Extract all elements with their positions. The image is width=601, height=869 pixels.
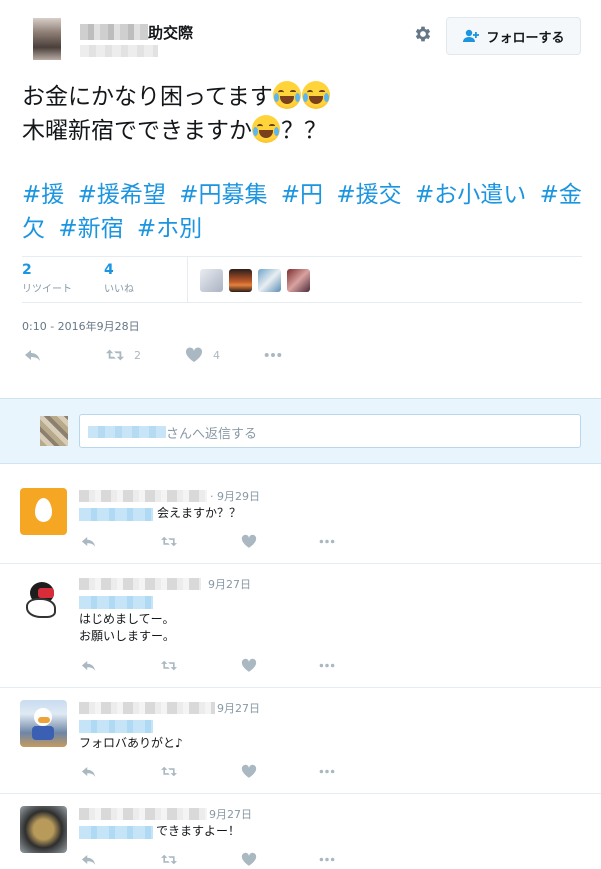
more-icon[interactable]: [319, 658, 335, 677]
face-with-tears-of-joy-emoji: [301, 81, 330, 109]
tweet-actions: 2 4: [22, 347, 422, 367]
reply-item[interactable]: 9月27日 フォロバありがと♪: [0, 688, 601, 794]
reply-target-redacted: [88, 426, 166, 438]
tweet-line-1: お金にかなり困ってます: [22, 84, 273, 110]
reply-avatar[interactable]: [20, 576, 67, 623]
retweet-icon[interactable]: [161, 534, 177, 553]
reply-text: フォロバありがと♪: [79, 736, 183, 750]
reply-name-redacted: [79, 578, 201, 590]
hashtag-link[interactable]: #お小遣い: [415, 182, 526, 208]
more-button[interactable]: [264, 347, 282, 363]
more-icon[interactable]: [319, 534, 335, 553]
like-icon[interactable]: [241, 658, 257, 677]
retweet-count: 2: [22, 262, 32, 278]
like-icon[interactable]: [241, 852, 257, 869]
reply-name-redacted: [79, 490, 207, 502]
author-handle-redacted: [80, 45, 158, 57]
reply-icon: [25, 350, 40, 361]
reply-text: はじめましてー。 お願いしますー。: [79, 612, 175, 643]
tweet-line-2: 木曜新宿でできますか: [22, 118, 252, 144]
reply-name-redacted: [79, 702, 215, 714]
hashtag-link[interactable]: #ホ別: [137, 216, 202, 242]
like-count: 4: [104, 262, 114, 278]
reply-actions: [79, 764, 359, 780]
like-icon: [185, 347, 203, 362]
retweet-icon[interactable]: [161, 852, 177, 869]
retweet-label: リツイート: [22, 284, 72, 295]
like-icon[interactable]: [241, 534, 257, 553]
tweet-timestamp[interactable]: 0:10 - 2016年9月28日: [22, 318, 140, 334]
face-with-tears-of-joy-emoji: [272, 81, 301, 109]
like-button[interactable]: 4: [185, 347, 220, 363]
hashtag-list: #援 #援希望 #円募集 #円 #援交 #お小遣い #金欠 #新宿 #ホ別: [22, 178, 582, 246]
face-with-tears-of-joy-emoji: [252, 115, 280, 143]
author-name-redacted: [80, 24, 148, 40]
tweet-page: 助交際 フォローする お金にかなり困ってます 木曜新宿でできますか ？？ #援 #…: [0, 0, 601, 869]
liker-avatar[interactable]: [229, 269, 252, 292]
reply-date[interactable]: 9月27日: [217, 700, 260, 716]
retweet-icon[interactable]: [161, 658, 177, 677]
hashtag-link[interactable]: #援: [22, 182, 64, 208]
tweet-stats: 2 リツイート 4 いいね: [22, 256, 582, 303]
like-action-count: 4: [213, 348, 220, 362]
retweet-action-count: 2: [134, 348, 141, 362]
reply-name-redacted: [79, 808, 207, 820]
reply-button[interactable]: [24, 347, 42, 363]
reply-input[interactable]: さんへ返信する: [79, 414, 581, 448]
more-icon[interactable]: [319, 764, 335, 783]
author-name[interactable]: 助交際: [148, 22, 193, 43]
reply-date[interactable]: 9月27日: [208, 576, 251, 592]
reply-actions: [79, 658, 359, 674]
stats-divider: [187, 257, 188, 303]
retweet-icon[interactable]: [161, 764, 177, 783]
reply-date[interactable]: · 9月29日: [210, 488, 260, 504]
like-icon[interactable]: [241, 764, 257, 783]
tweet-header: 助交際 フォローする: [0, 0, 601, 75]
tweet-line-2-suffix: ？？: [281, 118, 327, 144]
more-icon: [264, 353, 282, 357]
reply-icon[interactable]: [81, 852, 97, 869]
reply-actions: [79, 534, 359, 550]
hashtag-link[interactable]: #援交: [336, 182, 401, 208]
reply-icon[interactable]: [81, 764, 97, 783]
follow-user-icon: [463, 29, 480, 42]
reply-placeholder: さんへ返信する: [166, 427, 258, 442]
reply-text: できますよー！: [156, 824, 241, 838]
like-stat[interactable]: 4 いいね: [104, 262, 134, 295]
hashtag-link[interactable]: #円募集: [179, 182, 267, 208]
like-label: いいね: [104, 284, 134, 295]
reply-item[interactable]: 9月27日 はじめましてー。 お願いしますー。: [0, 564, 601, 688]
retweet-button[interactable]: 2: [106, 347, 141, 363]
hashtag-link[interactable]: #援希望: [78, 182, 166, 208]
reply-mention-redacted: [79, 826, 153, 839]
retweet-stat[interactable]: 2 リツイート: [22, 262, 72, 295]
tweet-text: お金にかなり困ってます 木曜新宿でできますか ？？: [22, 80, 582, 148]
liker-avatar[interactable]: [258, 269, 281, 292]
hashtag-link[interactable]: #新宿: [58, 216, 123, 242]
reply-icon[interactable]: [81, 534, 97, 553]
reply-mention-redacted: [79, 508, 153, 521]
reply-composer: さんへ返信する: [0, 398, 601, 464]
reply-text: 会えますか？？: [157, 506, 242, 520]
reply-mention-redacted: [79, 596, 153, 609]
liker-avatar[interactable]: [287, 269, 310, 292]
reply-icon[interactable]: [81, 658, 97, 677]
reply-date[interactable]: 9月27日: [209, 806, 252, 822]
reply-avatar[interactable]: [20, 700, 67, 747]
reply-item[interactable]: · 9月29日 会えますか？？: [0, 476, 601, 564]
hashtag-link[interactable]: #円: [281, 182, 323, 208]
viewer-avatar: [40, 416, 68, 446]
author-avatar[interactable]: [33, 18, 61, 60]
retweet-icon: [106, 349, 124, 361]
reply-actions: [79, 852, 359, 868]
follow-button-label: フォローする: [486, 30, 565, 46]
more-icon[interactable]: [319, 852, 335, 869]
liker-avatar[interactable]: [200, 269, 223, 292]
reply-avatar-egg[interactable]: [20, 488, 67, 535]
reply-item[interactable]: 9月27日 できますよー！: [0, 794, 601, 869]
follow-button[interactable]: フォローする: [446, 17, 581, 55]
reply-avatar[interactable]: [20, 806, 67, 853]
gear-icon[interactable]: [413, 24, 433, 44]
reply-mention-redacted: [79, 720, 153, 733]
